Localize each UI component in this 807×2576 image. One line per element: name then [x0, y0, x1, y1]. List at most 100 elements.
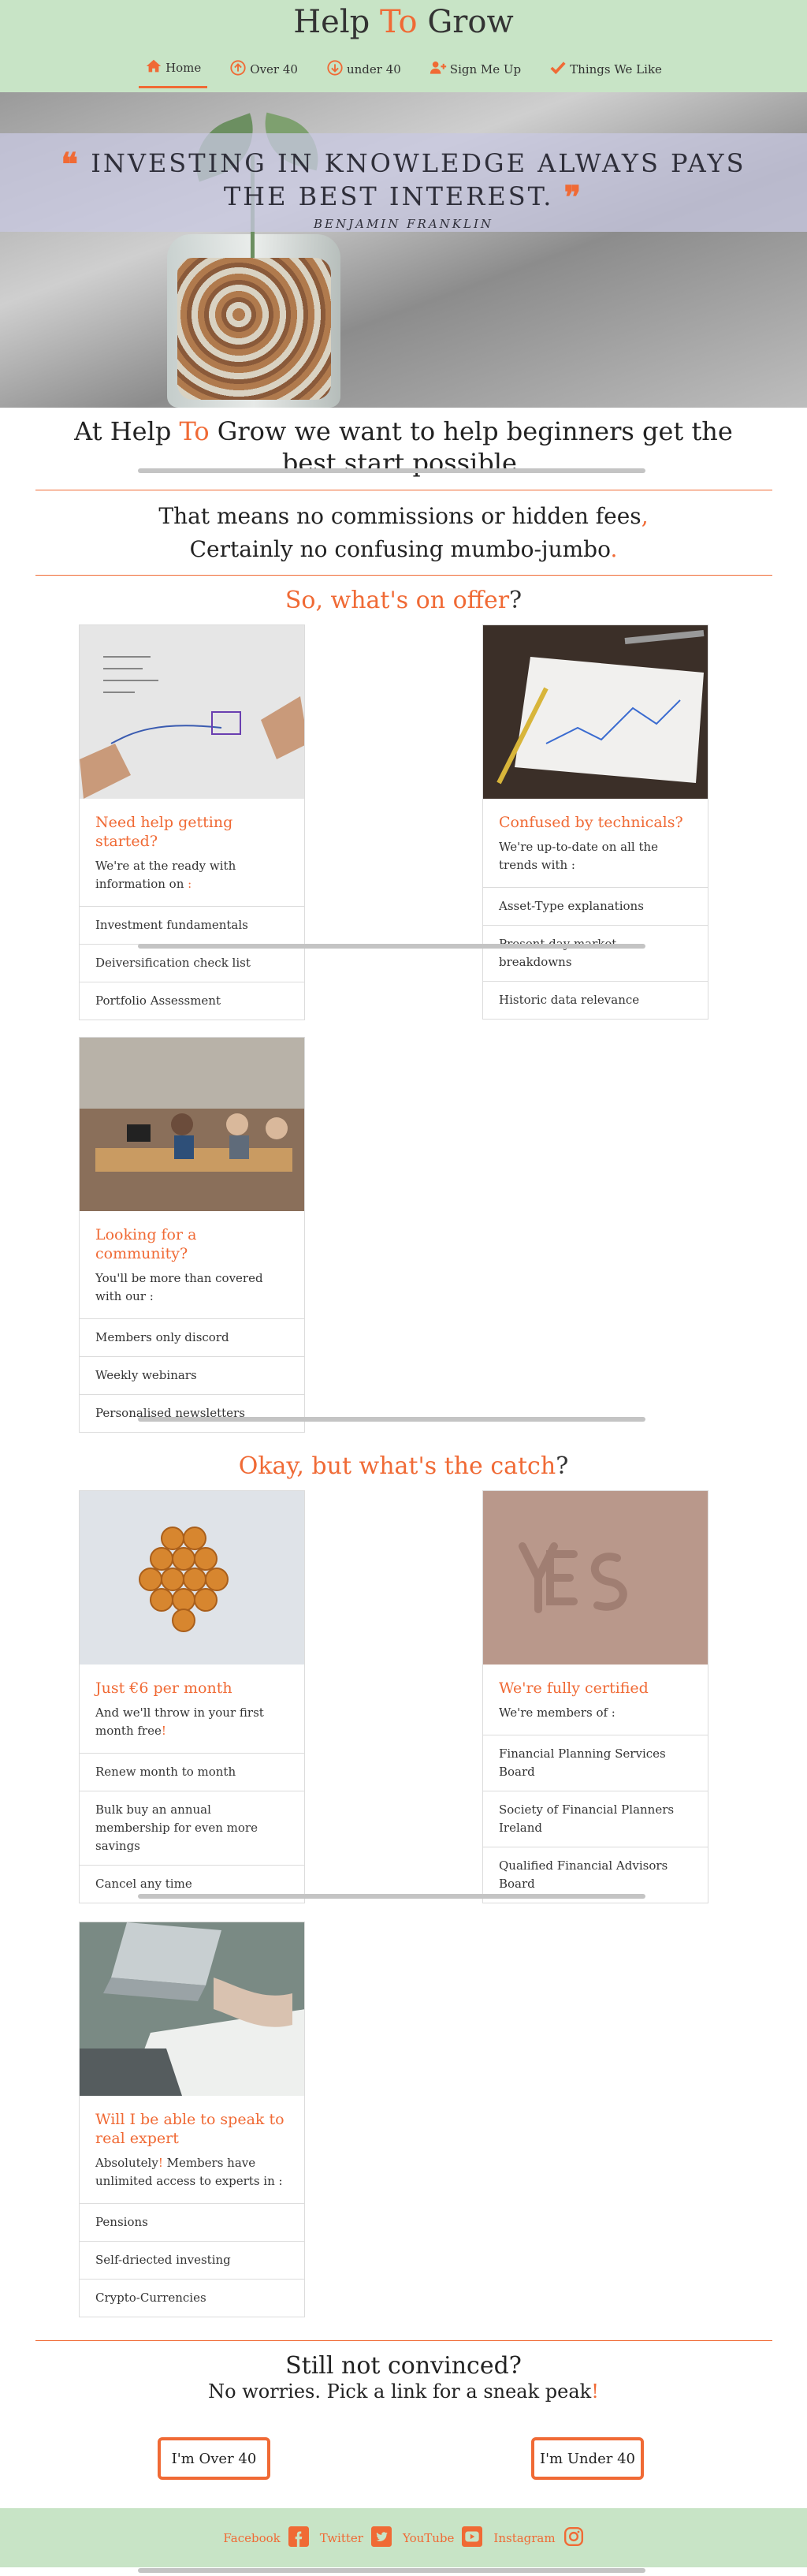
- cta-sub-text: No worries. Pick a link for a sneak peak: [208, 2380, 592, 2403]
- site-brand[interactable]: Help To Grow: [0, 0, 807, 49]
- list-item: Historic data relevance: [483, 981, 708, 1019]
- cta-title: Still not convinced?: [285, 2352, 522, 2380]
- nav-label: under 40: [346, 62, 401, 76]
- user-plus-icon: [430, 59, 447, 80]
- coins-image: [80, 1491, 304, 1665]
- list-item: Self-driected investing: [80, 2241, 304, 2279]
- nav-over-40[interactable]: Over 40: [223, 54, 304, 88]
- list-item: Present day market breakdowns: [483, 925, 708, 981]
- intro-heading: At Help To Grow we want to help beginner…: [0, 408, 807, 490]
- instagram-link[interactable]: Instagram: [493, 2526, 583, 2550]
- card-title: We're fully certified: [499, 1679, 649, 1697]
- list-item: Crypto-Currencies: [80, 2279, 304, 2317]
- sand-yes-image: [483, 1491, 708, 1665]
- whiteboard-image: [80, 625, 304, 799]
- quote-close-icon: ❞: [563, 179, 584, 216]
- list-item: Bulk buy an annual membership for even m…: [80, 1791, 304, 1865]
- card-text-a: Absolutely: [95, 2156, 158, 2170]
- card-list: Financial Planning Services Board Societ…: [483, 1735, 708, 1903]
- list-item: Members only discord: [80, 1318, 304, 1356]
- card-text-colon: :: [184, 877, 192, 891]
- instagram-icon: [563, 2526, 584, 2550]
- list-item: Investment fundamentals: [80, 906, 304, 944]
- sub-line-2: Certainly no confusing mumbo-jumbo: [189, 536, 611, 562]
- list-item: Pensions: [80, 2203, 304, 2241]
- card-text: We're up-to-date on all the trends with …: [499, 840, 659, 872]
- card-text-main: And we'll throw in your first month free: [95, 1706, 264, 1738]
- sub-dot: .: [610, 536, 618, 562]
- brand-text-end: Grow: [417, 4, 514, 40]
- card-title: Will I be able to speak to real expert: [95, 2111, 284, 2147]
- footer-link-label: YouTube: [402, 2530, 455, 2545]
- card-text: Absolutely! Members have unlimited acces…: [95, 2154, 288, 2190]
- horizontal-scrollbar[interactable]: [138, 1417, 645, 1422]
- catch-cards: Just €6 per month And we'll throw in you…: [0, 1490, 807, 2340]
- check-icon: [549, 59, 567, 80]
- chart-paper-image: [483, 625, 708, 799]
- brand-accent: To: [379, 4, 418, 40]
- list-item: Personalised newsletters: [80, 1394, 304, 1432]
- catch-card-expert: Will I be able to speak to real expert A…: [79, 1922, 305, 2317]
- cta-buttons: I'm Over 40 I'm Under 40: [0, 2437, 807, 2508]
- laptop-meeting-image: [80, 1922, 304, 2096]
- nav-label: Sign Me Up: [449, 62, 522, 76]
- intro-dot: .: [516, 448, 526, 478]
- horizontal-scrollbar[interactable]: [138, 944, 645, 949]
- facebook-link[interactable]: Facebook: [223, 2526, 309, 2550]
- arrow-up-circle-icon: [229, 59, 247, 80]
- site-footer: Facebook Twitter YouTube Instagram: [0, 2508, 807, 2567]
- footer-link-label: Twitter: [319, 2530, 363, 2545]
- horizontal-scrollbar[interactable]: [138, 1894, 645, 1899]
- card-text: You'll be more than covered with our :: [95, 1271, 263, 1303]
- list-item: Renew month to month: [80, 1753, 304, 1791]
- cta-subtitle: No worries. Pick a link for a sneak peak…: [0, 2380, 807, 2437]
- card-title: Confused by technicals?: [499, 814, 683, 831]
- home-icon: [145, 58, 162, 78]
- nav-sign-up[interactable]: Sign Me Up: [423, 54, 527, 88]
- nav-home[interactable]: Home: [139, 53, 208, 88]
- catch-title-text: Okay, but what's the catch: [238, 1452, 556, 1480]
- offer-card-community: Looking for a community? You'll be more …: [79, 1037, 305, 1433]
- card-title: Looking for a community?: [95, 1226, 197, 1262]
- cta-sub-excl: !: [591, 2380, 599, 2403]
- offer-card-technicals: Confused by technicals? We're up-to-date…: [482, 624, 708, 1020]
- horizontal-scrollbar[interactable]: [138, 2568, 645, 2573]
- under-40-button[interactable]: I'm Under 40: [531, 2437, 644, 2480]
- catch-card-price: Just €6 per month And we'll throw in you…: [79, 1490, 305, 1903]
- hero-quote: ❝ INVESTING IN KNOWLEDGE ALWAYS PAYS THE…: [0, 147, 807, 214]
- card-list: Pensions Self-driected investing Crypto-…: [80, 2203, 304, 2317]
- quote-open-icon: ❝: [61, 146, 81, 183]
- card-title: Just €6 per month: [95, 1679, 232, 1697]
- nav-label: Home: [165, 61, 202, 75]
- card-text: And we'll throw in your first month free…: [95, 1704, 288, 1740]
- twitter-icon: [370, 2526, 392, 2550]
- list-item: Asset-Type explanations: [483, 887, 708, 925]
- quote-author: BENJAMIN FRANKLIN: [314, 217, 493, 231]
- catch-card-certified: We're fully certified We're members of :…: [482, 1490, 708, 1903]
- list-item: Society of Financial Planners Ireland: [483, 1791, 708, 1847]
- card-list: Renew month to month Bulk buy an annual …: [80, 1753, 304, 1903]
- nav-label: Over 40: [250, 62, 298, 76]
- list-item: Financial Planning Services Board: [483, 1735, 708, 1791]
- facebook-icon: [288, 2526, 309, 2550]
- youtube-link[interactable]: YouTube: [402, 2526, 483, 2550]
- offer-title: So, what's on offer?: [0, 576, 807, 624]
- over-40-button[interactable]: I'm Over 40: [158, 2437, 270, 2480]
- card-text: We're at the ready with information on :: [95, 857, 288, 893]
- offer-title-text: So, what's on offer: [284, 587, 510, 614]
- catch-title-q: ?: [556, 1452, 569, 1480]
- cta-section: Still not convinced? No worries. Pick a …: [0, 2341, 807, 2508]
- nav-under-40[interactable]: under 40: [320, 54, 407, 88]
- card-list: Asset-Type explanations Present day mark…: [483, 887, 708, 1019]
- offer-cards: Need help getting started? We're at the …: [0, 624, 807, 1441]
- twitter-link[interactable]: Twitter: [320, 2526, 392, 2550]
- list-item: Weekly webinars: [80, 1356, 304, 1394]
- footer-link-label: Facebook: [223, 2530, 281, 2545]
- intro-text: At Help: [74, 416, 180, 446]
- nav-things-we-like[interactable]: Things We Like: [543, 54, 668, 88]
- card-title: Need help getting started?: [95, 814, 233, 850]
- horizontal-scrollbar[interactable]: [138, 468, 645, 473]
- office-team-image: [80, 1038, 304, 1211]
- arrow-down-circle-icon: [326, 59, 344, 80]
- list-item: Deiversification check list: [80, 944, 304, 982]
